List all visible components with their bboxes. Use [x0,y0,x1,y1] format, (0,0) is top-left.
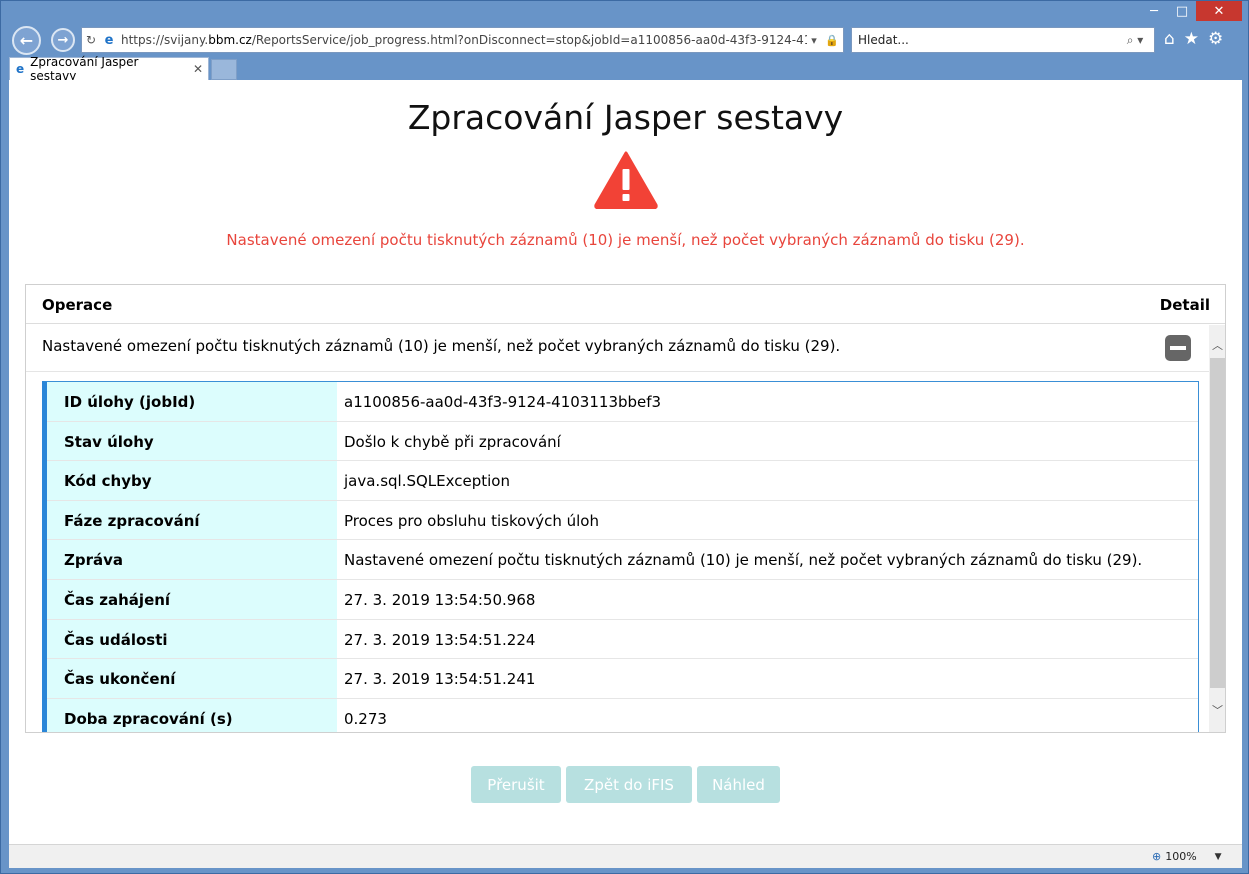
detail-key: Čas ukončení [47,659,337,698]
tab-close-icon[interactable]: ✕ [188,62,208,76]
arrow-left-icon: ← [19,31,34,50]
tab-title: Zpracování Jasper sestavy [30,55,139,83]
detail-key: Čas události [47,619,337,659]
status-bar: ⊕ 100% ▼ [9,844,1242,868]
tab-active[interactable]: e Zpracování Jasper sestavy ✕ [9,55,209,83]
column-header-operation: Operace [42,296,113,314]
action-buttons: Přerušit Zpět do iFIS Náhled [471,766,780,803]
detail-value: 27. 3. 2019 13:54:51.224 [344,630,536,649]
error-message: Nastavené omezení počtu tisknutých zázna… [226,231,1025,249]
scroll-down-icon[interactable]: ﹀ [1209,702,1225,719]
detail-value: Proces pro obsluhu tiskových úloh [344,511,599,530]
zoom-control[interactable]: ⊕ 100% ▼ [1152,850,1222,863]
close-window-button[interactable]: ✕ [1196,1,1242,21]
detail-key: Doba zpracování (s) [47,698,337,732]
search-icon[interactable]: ⌕ ▾ [1116,33,1154,48]
table-header: Operace Detail [26,285,1225,324]
detail-value: Nastavené omezení počtu tisknutých zázna… [344,551,1143,570]
detail-table: ID úlohy (jobId) a1100856-aa0d-43f3-9124… [42,381,1199,732]
detail-key: Fáze zpracování [47,500,337,540]
address-url[interactable]: https://svijany.bbm.cz/ReportsService/jo… [118,33,807,47]
scrollbar-thumb[interactable] [1210,358,1225,688]
detail-value: 27. 3. 2019 13:54:50.968 [344,591,536,609]
detail-key: Stav úlohy [47,421,337,461]
detail-value: 0.273 [344,709,387,728]
tab-bar: e Zpracování Jasper sestavy ✕ [1,55,1249,83]
preview-button[interactable]: Náhled [697,766,780,803]
abort-button[interactable]: Přerušit [471,766,561,803]
detail-row-duration: Doba zpracování (s) 0.273 [47,698,1198,732]
back-to-ifis-button[interactable]: Zpět do iFIS [566,766,692,803]
warning-triangle-icon [594,151,658,209]
search-input[interactable]: Hledat... [858,33,1116,47]
detail-row-end-time: Čas ukončení 27. 3. 2019 13:54:51.241 [47,659,1198,699]
detail-row-error-code: Kód chyby java.sql.SQLException [47,461,1198,501]
detail-key: Zpráva [47,540,337,579]
scroll-up-icon[interactable]: ︿ [1209,337,1225,354]
forward-button[interactable]: → [51,28,75,52]
detail-value: 27. 3. 2019 13:54:51.241 [344,670,536,689]
detail-key: Čas zahájení [47,580,337,619]
detail-value: Došlo k chybě při zpracování [344,432,561,451]
browser-window: ─ □ ✕ ← → ↻ e https://svijany.bbm.cz/Rep… [0,0,1249,874]
home-icon[interactable]: ⌂ [1164,29,1175,49]
page-content: Zpracování Jasper sestavy Nastavené omez… [9,80,1242,844]
search-box[interactable]: Hledat... ⌕ ▾ [851,27,1155,53]
detail-row-phase: Fáze zpracování Proces pro obsluhu tisko… [47,500,1198,541]
back-button[interactable]: ← [12,26,41,55]
detail-row-start-time: Čas zahájení 27. 3. 2019 13:54:50.968 [47,580,1198,620]
page-title: Zpracování Jasper sestavy [407,98,844,137]
detail-value: java.sql.SQLException [344,472,510,491]
detail-value: a1100856-aa0d-43f3-9124-4103113bbef3 [344,393,662,411]
url-prefix: https://svijany. [121,33,209,47]
detail-row-job-id: ID úlohy (jobId) a1100856-aa0d-43f3-9124… [47,382,1198,422]
detail-row-message: Zpráva Nastavené omezení počtu tisknutýc… [47,540,1198,580]
dropdown-icon[interactable]: ▾ [811,34,817,47]
detail-key: ID úlohy (jobId) [47,382,337,421]
window-controls: ─ □ ✕ [1140,1,1242,21]
minimize-button[interactable]: ─ [1140,1,1168,21]
detail-row-event-time: Čas události 27. 3. 2019 13:54:51.224 [47,619,1198,660]
zoom-level: 100% [1165,850,1197,863]
zoom-dropdown-icon[interactable]: ▼ [1215,852,1222,862]
column-header-detail: Detail [1159,296,1210,314]
navigation-bar: ← → ↻ e https://svijany.bbm.cz/ReportsSe… [1,21,1249,55]
table-row: Nastavené omezení počtu tisknutých zázna… [26,325,1209,372]
detail-key: Kód chyby [47,461,337,500]
maximize-button[interactable]: □ [1168,1,1196,21]
refresh-icon[interactable]: ↻ [82,33,100,47]
browser-tools: ⌂ ★ ⚙ [1164,29,1223,49]
operation-message: Nastavené omezení počtu tisknutých zázna… [42,337,841,355]
settings-gear-icon[interactable]: ⚙ [1208,29,1223,49]
address-bar[interactable]: ↻ e https://svijany.bbm.cz/ReportsServic… [81,27,844,53]
url-host: bbm.cz [208,33,252,47]
arrow-right-icon: → [57,32,69,48]
favorites-star-icon[interactable]: ★ [1184,29,1199,49]
new-tab-button[interactable] [211,59,237,80]
vertical-scrollbar[interactable]: ︿ ﹀ [1209,325,1225,732]
detail-row-status: Stav úlohy Došlo k chybě při zpracování [47,421,1198,462]
ie-logo-icon: e [104,32,114,48]
url-path: /ReportsService/job_progress.html?onDisc… [251,33,807,47]
ie-logo-icon: e [16,62,25,76]
operations-table: Operace Detail Nastavené omezení počtu t… [25,284,1226,733]
collapse-detail-button[interactable] [1165,335,1191,361]
zoom-icon: ⊕ [1152,850,1162,863]
lock-icon[interactable]: 🔒 [825,34,839,47]
